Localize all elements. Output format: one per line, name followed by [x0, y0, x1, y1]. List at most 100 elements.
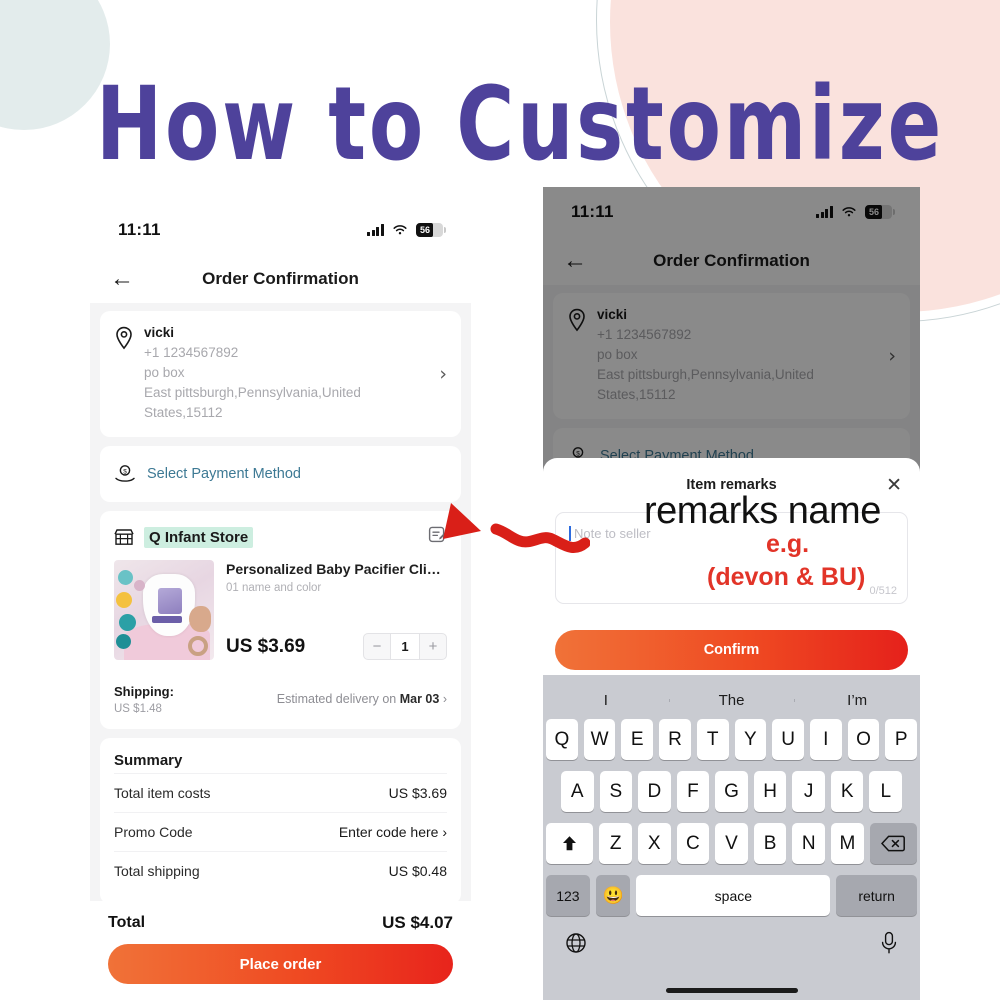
red-curvy-arrow-icon [443, 503, 590, 553]
summary-value: US $0.48 [388, 863, 447, 879]
key-n[interactable]: N [792, 823, 826, 864]
key-m[interactable]: M [831, 823, 864, 864]
summary-row-promo-code[interactable]: Promo Code Enter code here › [114, 812, 447, 851]
qty-increase-button[interactable]: + [420, 634, 446, 659]
key-f[interactable]: F [676, 771, 710, 812]
key-w[interactable]: W [583, 719, 616, 760]
quantity-stepper[interactable]: − 1 + [363, 633, 447, 660]
product-title: Personalized Baby Pacifier Clip Custo… [226, 561, 447, 577]
signal-bars-icon [367, 224, 384, 236]
suggestion-1[interactable]: I [543, 692, 669, 709]
place-order-button[interactable]: Place order [108, 944, 453, 984]
numbers-key[interactable]: 123 [546, 875, 590, 916]
storefront-icon [114, 529, 134, 545]
address-name: vicki [144, 325, 175, 340]
key-j[interactable]: J [792, 771, 825, 812]
nav-title: Order Confirmation [202, 269, 359, 288]
estimated-delivery: Estimated delivery on Mar 03 › [277, 692, 447, 706]
chevron-right-icon[interactable]: › [888, 345, 896, 367]
keyboard-row-3: Z X C V B N M [543, 823, 920, 864]
confirm-button[interactable]: Confirm [555, 630, 908, 670]
key-r[interactable]: R [659, 719, 691, 760]
wifi-icon [393, 225, 407, 235]
key-v[interactable]: V [715, 823, 748, 864]
key-l[interactable]: L [869, 771, 903, 812]
globe-icon[interactable] [565, 932, 587, 959]
arrow-left-icon[interactable]: ← [110, 267, 134, 291]
emoji-key[interactable]: 😃 [595, 875, 631, 916]
location-pin-icon [116, 326, 132, 350]
battery-percent: 56 [420, 225, 431, 235]
key-g[interactable]: G [715, 771, 748, 812]
nav-bar: ← Order Confirmation [543, 237, 920, 285]
payment-hand-coin-icon: $ [115, 465, 135, 482]
keyboard-row-2: A S D F G H J K L [543, 771, 920, 812]
backspace-icon[interactable] [869, 823, 917, 864]
status-time: 11:11 [571, 202, 614, 221]
qty-decrease-button[interactable]: − [364, 634, 390, 659]
shipping-cost: US $1.48 [114, 703, 162, 715]
mint-circle-decoration [0, 0, 110, 130]
key-p[interactable]: P [885, 719, 918, 760]
key-s[interactable]: S [599, 771, 633, 812]
address-line2: East pittsburgh,Pennsylvania,United [144, 385, 361, 400]
key-b[interactable]: B [753, 823, 787, 864]
key-y[interactable]: Y [734, 719, 767, 760]
total-label: Total [108, 914, 146, 931]
address-name: vicki [597, 307, 628, 322]
chevron-right-icon[interactable]: › [439, 363, 447, 385]
space-key[interactable]: space [636, 875, 831, 916]
product-row[interactable]: Personalized Baby Pacifier Clip Custo… 0… [114, 560, 447, 660]
suggestion-2[interactable]: The [668, 692, 795, 709]
return-key[interactable]: return [836, 875, 917, 916]
address-card[interactable]: vicki +1 1234567892 po box East pittsbur… [553, 293, 910, 419]
suggestion-3[interactable]: I’m [794, 692, 920, 709]
summary-row-total-shipping: Total shipping US $0.48 [114, 851, 447, 890]
shipping-row[interactable]: Shipping: US $1.48 Estimated delivery on… [114, 673, 447, 715]
qty-value: 1 [390, 634, 420, 659]
key-d[interactable]: D [638, 771, 671, 812]
nav-bar: ← Order Confirmation [90, 255, 471, 303]
shipping-label: Shipping: [114, 684, 174, 699]
annotation-eg: e.g. [766, 530, 810, 558]
signal-bars-icon [816, 206, 833, 218]
keyboard-row-4: 123 😃 space return [543, 875, 920, 916]
key-e[interactable]: E [621, 719, 654, 760]
page-title: How to Customize [96, 65, 945, 184]
battery-icon: 56 [865, 205, 895, 219]
chevron-right-icon[interactable]: › [443, 692, 447, 706]
microphone-icon[interactable] [880, 931, 898, 960]
character-counter: 0/512 [869, 585, 897, 597]
key-i[interactable]: I [809, 719, 842, 760]
battery-icon: 56 [416, 223, 446, 237]
address-line1: po box [597, 347, 638, 362]
order-scroll-area: vicki +1 1234567892 po box East pittsbur… [543, 285, 920, 484]
key-z[interactable]: Z [599, 823, 632, 864]
key-x[interactable]: X [637, 823, 671, 864]
key-c[interactable]: C [676, 823, 710, 864]
estimated-delivery-date: Mar 03 [399, 692, 440, 706]
key-h[interactable]: H [753, 771, 787, 812]
summary-value[interactable]: Enter code here › [339, 824, 447, 840]
shift-up-arrow-icon[interactable] [546, 823, 594, 864]
key-q[interactable]: Q [545, 719, 578, 760]
summary-label: Promo Code [114, 824, 193, 840]
key-u[interactable]: U [772, 719, 804, 760]
location-pin-icon [569, 308, 585, 332]
payment-method-label: Select Payment Method [147, 466, 301, 482]
address-card[interactable]: vicki +1 1234567892 po box East pittsbur… [100, 311, 461, 437]
product-price: US $3.69 [226, 635, 306, 657]
key-k[interactable]: K [830, 771, 864, 812]
key-t[interactable]: T [696, 719, 729, 760]
payment-method-card[interactable]: $ Select Payment Method [100, 446, 461, 502]
arrow-left-icon[interactable]: ← [563, 249, 587, 273]
ios-keyboard: I The I’m Q W E R T Y U I O P A S D F G … [543, 675, 920, 1000]
address-line3: States,15112 [597, 387, 676, 402]
key-o[interactable]: O [847, 719, 880, 760]
key-a[interactable]: A [560, 771, 594, 812]
store-name[interactable]: Q Infant Store [144, 526, 254, 548]
home-indicator [665, 988, 798, 993]
address-phone: +1 1234567892 [597, 327, 692, 342]
close-icon[interactable]: ✕ [886, 472, 902, 498]
order-scroll-area: vicki +1 1234567892 po box East pittsbur… [90, 303, 471, 943]
